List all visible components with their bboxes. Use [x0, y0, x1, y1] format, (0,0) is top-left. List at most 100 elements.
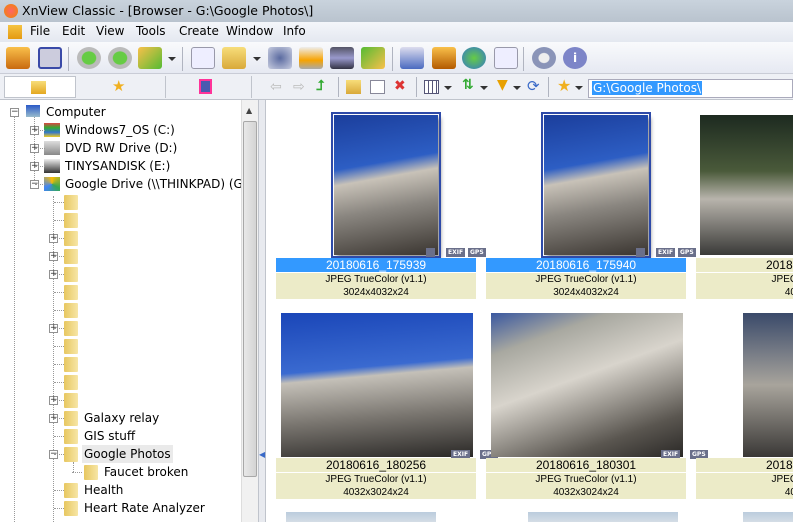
refresh-icon[interactable]: ⟳ [527, 77, 540, 95]
thumbnail-name: 20180616_175940 [486, 258, 686, 272]
tree-line [54, 490, 64, 491]
chevron-down-icon[interactable] [168, 57, 176, 61]
tree-line [54, 436, 64, 437]
rename-icon[interactable] [370, 80, 385, 94]
tree-line [54, 346, 64, 347]
folder-icon [64, 249, 78, 264]
binoculars-icon[interactable] [268, 47, 292, 69]
thumbnail-dimensions: 4032 [696, 486, 793, 499]
folder-icon [64, 501, 78, 516]
rotate-left-icon[interactable] [77, 47, 101, 69]
tree-label: GIS stuff [84, 429, 136, 443]
chevron-down-icon[interactable] [480, 86, 488, 90]
dvd-drive-icon [44, 141, 60, 155]
thumbnail-item[interactable]: EXIF GPS 20180616_175940 JPEG TrueColor (v1… [486, 105, 696, 300]
thumbnail-item[interactable]: 20180616_JPEG True4032 [696, 305, 793, 522]
exif-badge: EXIF [446, 248, 466, 257]
tree-label: Google Photos [82, 445, 173, 463]
folder-icon [64, 339, 78, 354]
address-input[interactable]: G:\Google Photos\ [588, 79, 793, 98]
print-icon[interactable] [299, 47, 323, 69]
window-title: XnView Classic - [Browser - G:\Google Ph… [22, 3, 314, 18]
menu-tools[interactable]: Tools [136, 24, 166, 38]
gps-badge: GPS [678, 248, 696, 257]
folder-icon [64, 429, 78, 444]
tree-line [54, 364, 64, 365]
thumbnail-item[interactable]: 20180616_JPEG True4032 [696, 105, 793, 300]
thumbnail-image[interactable] [700, 115, 793, 255]
tree-scrollbar[interactable]: ▲ [241, 100, 258, 522]
bookmark-icon [199, 79, 212, 94]
tree-line [53, 196, 54, 522]
tree-label: Windows7_OS (C:) [65, 123, 175, 137]
convert-icon[interactable] [138, 47, 162, 69]
thumbnail-image[interactable] [281, 313, 473, 457]
thumbnail-image[interactable] [541, 112, 651, 258]
fullscreen-icon[interactable] [38, 47, 62, 69]
thumbnail-name: 20180616_ [696, 458, 793, 472]
panel-splitter[interactable]: ◀ [258, 100, 266, 522]
web-page-icon[interactable] [462, 47, 486, 69]
folder-icon [64, 303, 78, 318]
forward-icon[interactable]: ⇨ [293, 79, 305, 95]
tree-line [35, 166, 45, 167]
mdi-icon [8, 25, 22, 39]
thumbnail-type: JPEG True [696, 473, 793, 486]
tree-label: Computer [46, 105, 106, 119]
filter-icon[interactable]: ▼ [497, 77, 508, 93]
menu-info[interactable]: Info [283, 24, 306, 38]
file-info-icon[interactable] [191, 47, 215, 69]
tree-line [54, 256, 64, 257]
delete-icon[interactable]: ✖ [394, 78, 406, 94]
new-folder-icon[interactable] [346, 80, 361, 94]
thumbnail-image[interactable] [743, 512, 793, 522]
parent-folder-icon[interactable]: ⮥ [316, 78, 324, 94]
menu-window[interactable]: Window [226, 24, 273, 38]
tab-favorites[interactable]: ★ [82, 76, 166, 98]
chevron-down-icon[interactable] [575, 86, 583, 90]
contact-sheet-icon[interactable] [494, 47, 518, 69]
view-mode-icon[interactable] [424, 80, 439, 94]
thumbnail-dimensions: 4032 [696, 286, 793, 299]
thumbnail-browser: EXIF GPS 20180616_175939 JPEG TrueColor (v1… [266, 100, 793, 522]
thumbnail-image[interactable] [331, 112, 441, 258]
thumbnail-item[interactable]: EXIF GPS 20180616_175939 JPEG TrueColor (v1… [276, 105, 486, 300]
view-icon[interactable] [6, 47, 30, 69]
thumbnail-type: JPEG TrueColor (v1.1) [486, 273, 686, 286]
slideshow-icon[interactable] [432, 47, 456, 69]
chevron-down-icon[interactable] [513, 86, 521, 90]
folder-icon [64, 321, 78, 336]
export-icon[interactable] [361, 47, 385, 69]
screen-capture-icon[interactable] [400, 47, 424, 69]
move-to-icon[interactable] [222, 47, 246, 69]
tab-folders[interactable] [4, 76, 76, 98]
chevron-down-icon[interactable] [253, 57, 261, 61]
tab-categories[interactable] [166, 76, 252, 98]
back-icon[interactable]: ⇦ [270, 79, 282, 95]
rotate-right-icon[interactable] [108, 47, 132, 69]
thumbnail-name: 20180616_180256 [276, 458, 476, 472]
menu-file[interactable]: File [30, 24, 50, 38]
chevron-down-icon[interactable] [444, 86, 452, 90]
thumbnail-image[interactable] [491, 313, 683, 457]
sort-icon[interactable]: ⇅ [462, 77, 474, 93]
thumbnail-item[interactable]: EXIF GPS 20180616_180256 JPEG TrueColor (v1… [276, 305, 498, 522]
thumbnail-image[interactable] [286, 512, 436, 522]
tree-label: Galaxy relay [84, 411, 160, 425]
collapse-icon[interactable]: − [10, 108, 19, 117]
folder-icon [64, 375, 78, 390]
menu-view[interactable]: View [96, 24, 124, 38]
folders-icon [31, 81, 46, 94]
scanner-icon[interactable] [330, 47, 354, 69]
scrollbar-thumb[interactable] [243, 121, 257, 477]
thumbnail-item[interactable]: EXIF GPS 20180616_180301 JPEG TrueColor (v1… [486, 305, 708, 522]
tree-line [54, 202, 64, 203]
menu-create[interactable]: Create [179, 24, 219, 38]
thumbnail-image[interactable] [528, 512, 678, 522]
app-icon [4, 4, 18, 18]
thumbnail-image[interactable] [743, 313, 793, 457]
gear-icon[interactable] [532, 47, 556, 69]
menu-edit[interactable]: Edit [62, 24, 85, 38]
info-icon[interactable]: i [563, 47, 587, 69]
star-icon[interactable]: ★ [557, 76, 571, 95]
